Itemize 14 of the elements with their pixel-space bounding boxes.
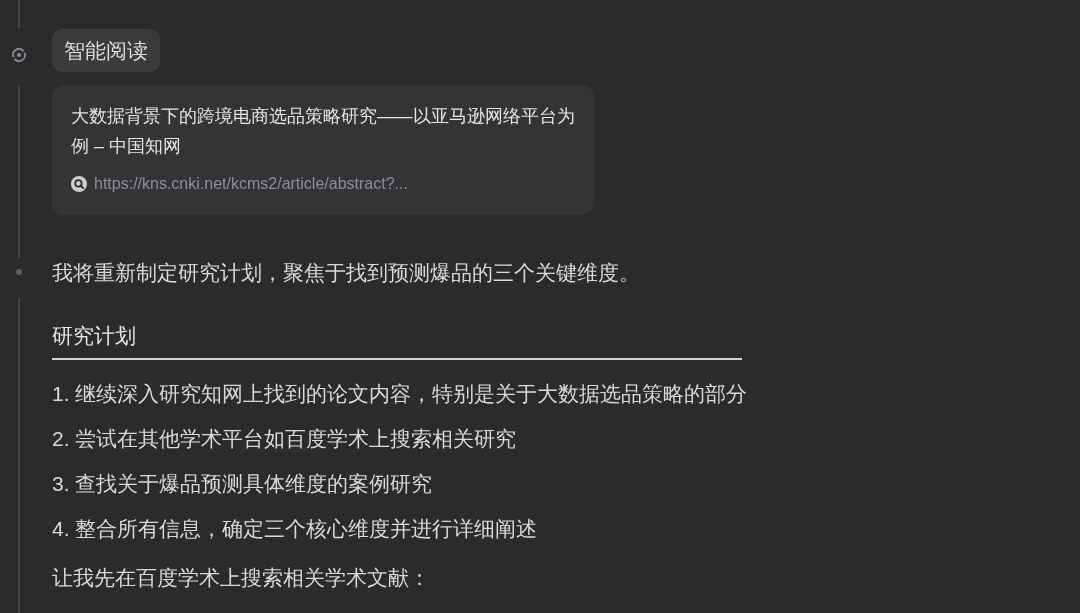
source-link-card[interactable]: 大数据背景下的跨境电商选品策略研究——以亚马逊网络平台为例 – 中国知网 https://kns.cnki.net/kcms2/article/abstract?... <box>52 85 594 215</box>
plan-heading: 研究计划 <box>52 321 742 360</box>
closing-text: 让我先在百度学术上搜索相关学术文献： <box>52 565 430 591</box>
source-title: 大数据背景下的跨境电商选品策略研究——以亚马逊网络平台为例 – 中国知网 <box>71 105 575 158</box>
plan-item: 3. 查找关于爆品预测具体维度的案例研究 <box>52 471 434 497</box>
plan-item: 1. 继续深入研究知网上找到的论文内容，特别是关于大数据选品策略的部分 <box>52 381 748 407</box>
intro-text: 我将重新制定研究计划，聚焦于找到预测爆品的三个关键维度。 <box>52 260 640 286</box>
magnifier-icon <box>71 176 87 192</box>
step-tag: 智能阅读 <box>52 29 160 72</box>
plan-item: 4. 整合所有信息，确定三个核心维度并进行详细阐述 <box>52 516 539 542</box>
source-url: https://kns.cnki.net/kcms2/article/abstract?... <box>94 175 408 193</box>
circular-arrows-icon <box>11 47 27 63</box>
plan-item: 2. 尝试在其他学术平台如百度学术上搜索相关研究 <box>52 426 518 452</box>
timeline-dot-icon <box>16 269 22 275</box>
